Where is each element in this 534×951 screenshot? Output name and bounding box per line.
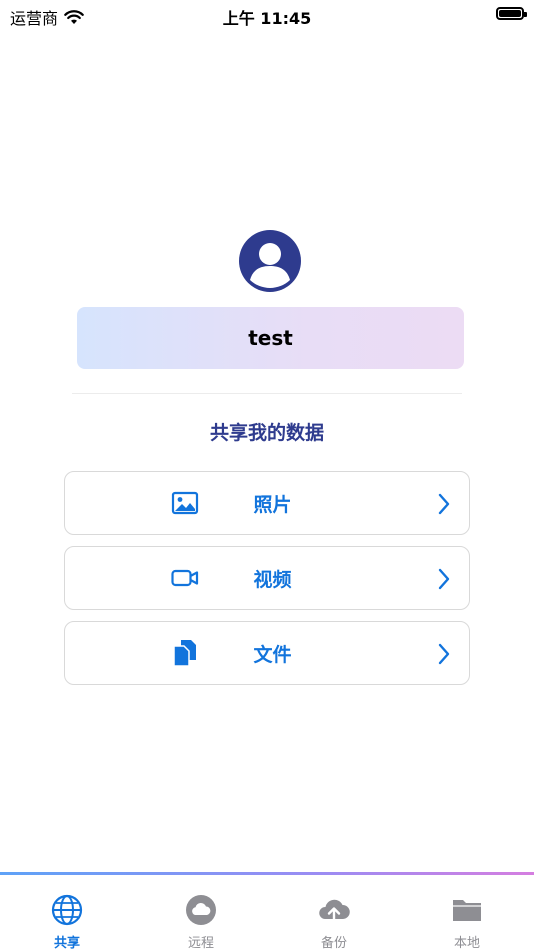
menu-label-photos: 照片 xyxy=(253,494,292,516)
username-box[interactable]: test xyxy=(77,307,464,369)
username-label: test xyxy=(248,326,293,350)
tab-label-backup: 备份 xyxy=(320,936,347,951)
avatar-icon[interactable] xyxy=(239,230,301,292)
globe-icon xyxy=(51,894,83,926)
chevron-right-icon xyxy=(438,643,450,665)
tab-label-share: 共享 xyxy=(53,936,80,951)
clock: 上午 11:45 xyxy=(222,9,312,28)
menu-label-video: 视频 xyxy=(253,569,292,591)
cloud-upload-icon xyxy=(319,899,350,925)
chevron-right-icon xyxy=(438,568,450,590)
tab-label-local: 本地 xyxy=(453,936,480,951)
tab-bar: 共享 远程 备份 本地 xyxy=(0,875,534,951)
folder-icon xyxy=(453,900,481,921)
tab-backup[interactable]: 备份 xyxy=(267,875,401,951)
menu-item-files[interactable]: 文件 xyxy=(64,621,470,685)
status-bar: 运营商 上午 11:45 xyxy=(0,0,534,30)
battery-icon xyxy=(496,7,527,20)
chevron-right-icon xyxy=(438,493,450,515)
tab-label-remote: 远程 xyxy=(187,936,214,951)
menu-label-files: 文件 xyxy=(253,644,292,666)
section-title: 共享我的数据 xyxy=(209,422,324,444)
menu-item-video[interactable]: 视频 xyxy=(64,546,470,610)
tab-share[interactable]: 共享 xyxy=(0,875,134,951)
tab-remote[interactable]: 远程 xyxy=(134,875,268,951)
divider xyxy=(72,393,462,394)
tab-local[interactable]: 本地 xyxy=(400,875,534,951)
menu-item-photos[interactable]: 照片 xyxy=(64,471,470,535)
cloud-icon xyxy=(186,895,216,925)
